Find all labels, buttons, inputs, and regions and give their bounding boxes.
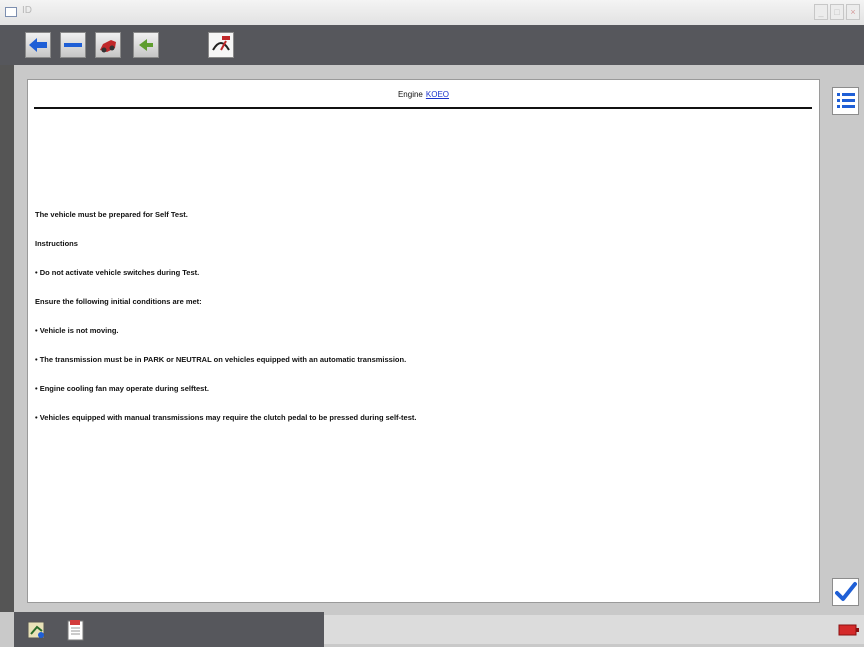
report-icon (67, 620, 84, 641)
left-border (0, 65, 14, 612)
page-title: Engine KOEO (28, 90, 819, 99)
instruction-line: • Vehicles equipped with manual transmis… (35, 413, 417, 422)
maximize-icon[interactable]: □ (830, 4, 844, 20)
battery-icon (838, 624, 859, 636)
report-button[interactable] (64, 617, 88, 643)
instruction-line: • Engine cooling fan may operate during … (35, 384, 209, 393)
window-title-bar: ID _ □ × (0, 0, 864, 26)
window-controls: _ □ × (814, 4, 860, 20)
instruction-line: The vehicle must be prepared for Self Te… (35, 210, 188, 219)
content-panel: Engine KOEO The vehicle must be prepared … (27, 79, 820, 603)
status-strip (324, 615, 864, 644)
header-divider (34, 107, 812, 109)
go-button[interactable] (133, 32, 159, 58)
back-button[interactable] (25, 32, 51, 58)
toolbox-button[interactable] (25, 617, 49, 643)
list-icon (836, 93, 855, 108)
app-icon (5, 7, 17, 17)
bottom-tray (14, 612, 324, 647)
bottom-bar (0, 612, 864, 647)
blue-minus-icon (64, 43, 82, 47)
window-title: ID (22, 5, 32, 16)
instruction-line: • Vehicle is not moving. (35, 326, 119, 335)
checkmark-icon (834, 582, 857, 601)
blue-left-arrow-icon (29, 38, 47, 52)
toolbox-icon (27, 621, 45, 639)
minus-button[interactable] (60, 32, 86, 58)
voltmeter-icon (212, 36, 230, 51)
toolbar (0, 25, 864, 65)
page-title-text: Engine (397, 90, 423, 99)
instruction-line: Ensure the following initial conditions … (35, 297, 202, 306)
instruction-line: Instructions (35, 239, 78, 248)
red-car-icon (100, 40, 116, 53)
recorder-button[interactable] (208, 32, 234, 58)
instruction-line: • The transmission must be in PARK or NE… (35, 355, 407, 364)
confirm-button[interactable] (832, 578, 859, 606)
green-arrow-icon (139, 39, 153, 51)
close-icon[interactable]: × (846, 4, 860, 20)
vehicle-button[interactable] (95, 32, 121, 58)
koeo-link[interactable]: KOEO (426, 90, 449, 99)
minimize-icon[interactable]: _ (814, 4, 828, 20)
battery-status (836, 617, 862, 643)
instruction-line: • Do not activate vehicle switches durin… (35, 268, 200, 277)
list-button[interactable] (832, 87, 859, 115)
